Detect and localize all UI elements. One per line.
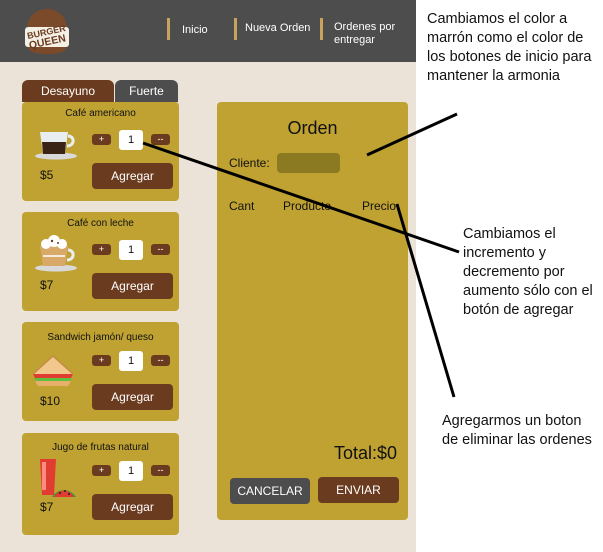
product-name: Café americano xyxy=(65,108,136,119)
quantity-field[interactable]: 1 xyxy=(119,130,143,150)
nav-separator xyxy=(320,18,323,40)
column-precio: Precio xyxy=(362,199,397,213)
product-card: Café americano + 1 -- $5 Agregar xyxy=(22,102,179,201)
app-panel: BURGER QUEEN Inicio Nueva Orden Ordenes … xyxy=(0,0,416,552)
latte-cup-icon xyxy=(34,234,78,272)
plus-button[interactable]: + xyxy=(92,244,111,255)
tab-fuerte[interactable]: Fuerte xyxy=(115,80,178,102)
annotation-increment-change: Cambiamos el incremento y decremento por… xyxy=(463,226,593,318)
product-name: Sandwich jamón/ queso xyxy=(47,332,154,343)
product-name: Café con leche xyxy=(67,218,134,229)
minus-button[interactable]: -- xyxy=(151,355,170,366)
column-cant: Cant xyxy=(229,199,255,213)
minus-button[interactable]: -- xyxy=(151,134,170,145)
quantity-field[interactable]: 1 xyxy=(119,240,143,260)
agregar-button[interactable]: Agregar xyxy=(92,273,173,299)
agregar-button[interactable]: Agregar xyxy=(92,384,173,410)
client-label: Cliente: xyxy=(229,156,270,170)
nav-ordenes-por-entregar[interactable]: Ordenes por entregar xyxy=(334,21,404,47)
product-card: Sandwich jamón/ queso + 1 -- $10 Agregar xyxy=(22,322,179,421)
plus-button[interactable]: + xyxy=(92,465,111,476)
column-producto: Producto xyxy=(283,199,332,213)
burger-queen-logo[interactable]: BURGER QUEEN xyxy=(20,3,74,57)
product-card: Café con leche + 1 -- $7 Agregar xyxy=(22,212,179,311)
juice-icon xyxy=(36,457,76,499)
quantity-field[interactable]: 1 xyxy=(119,351,143,371)
sandwich-icon xyxy=(30,352,76,388)
annotation-delete-button: Agregarmos un boton de eliminar las orde… xyxy=(442,413,592,448)
order-panel: Orden Cliente: Cant Producto Precio Tota… xyxy=(217,102,408,520)
product-price: $7 xyxy=(40,500,54,514)
plus-button[interactable]: + xyxy=(92,134,111,145)
product-card: Jugo de frutas natural + 1 -- $7 Agregar xyxy=(22,433,179,535)
plus-button[interactable]: + xyxy=(92,355,111,366)
client-input[interactable] xyxy=(277,153,340,173)
tab-desayuno[interactable]: Desayuno xyxy=(22,80,114,102)
minus-button[interactable]: -- xyxy=(151,244,170,255)
quantity-field[interactable]: 1 xyxy=(119,461,143,481)
send-button[interactable]: ENVIAR xyxy=(318,477,399,503)
annotation-color-change: Cambiamos el color a marrón como el colo… xyxy=(427,11,592,84)
cancel-button[interactable]: CANCELAR xyxy=(230,478,310,504)
coffee-cup-icon xyxy=(34,126,78,160)
order-title: Orden xyxy=(287,118,338,138)
nav-inicio[interactable]: Inicio xyxy=(182,24,208,37)
product-price: $5 xyxy=(40,168,54,182)
nav-separator xyxy=(167,18,170,40)
nav-nueva-orden[interactable]: Nueva Orden xyxy=(245,22,310,35)
top-nav-bar: BURGER QUEEN Inicio Nueva Orden Ordenes … xyxy=(0,0,416,62)
agregar-button[interactable]: Agregar xyxy=(92,494,173,520)
product-price: $7 xyxy=(40,278,54,292)
nav-separator xyxy=(234,18,237,40)
product-price: $10 xyxy=(40,394,61,408)
minus-button[interactable]: -- xyxy=(151,465,170,476)
order-total: Total:$0 xyxy=(333,443,397,463)
product-name: Jugo de frutas natural xyxy=(52,442,149,453)
agregar-button[interactable]: Agregar xyxy=(92,163,173,189)
